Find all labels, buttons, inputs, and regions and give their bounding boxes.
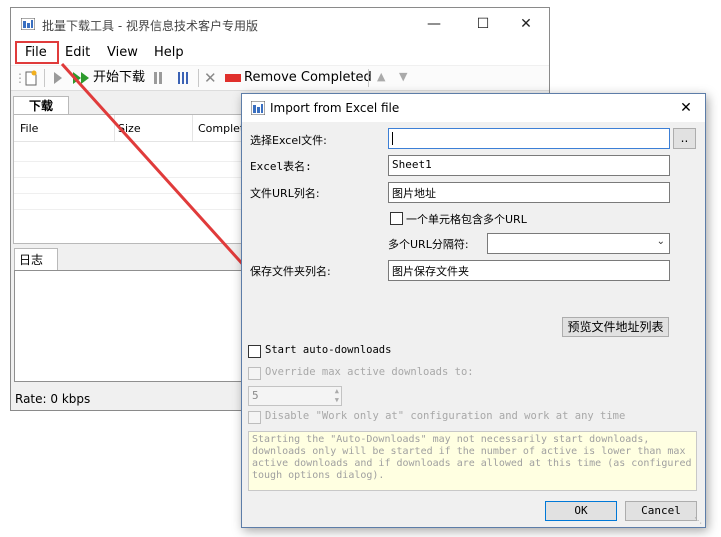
resize-grip-icon[interactable]: ⋱: [694, 516, 702, 525]
url-column-input[interactable]: 图片地址: [388, 182, 670, 203]
multi-url-checkbox[interactable]: [390, 212, 403, 225]
auto-downloads-checkbox[interactable]: [248, 345, 261, 358]
url-column-label: 文件URL列名:: [250, 187, 320, 200]
select-excel-label: 选择Excel文件:: [250, 134, 327, 147]
max-downloads-stepper[interactable]: 5 ▲ ▼: [248, 386, 342, 406]
dialog-title: Import from Excel file: [270, 101, 400, 115]
override-max-checkbox[interactable]: [248, 367, 261, 380]
chevron-down-icon: ⌄: [656, 236, 665, 247]
excel-file-input[interactable]: [388, 128, 670, 149]
max-downloads-value: 5: [252, 389, 259, 402]
disable-work-only-at-label: Disable "Work only at" configuration and…: [265, 410, 626, 422]
separator-select[interactable]: ⌄: [487, 233, 670, 254]
sheet-name-input[interactable]: Sheet1: [388, 155, 670, 176]
cancel-button[interactable]: Cancel: [625, 501, 697, 521]
dialog-title-bar[interactable]: Import from Excel file ✕: [242, 94, 705, 122]
auto-downloads-note: Starting the "Auto-Downloads" may not ne…: [248, 431, 697, 491]
folder-column-label: 保存文件夹列名:: [250, 265, 331, 278]
import-excel-dialog: Import from Excel file ✕ 选择Excel文件: .. E…: [241, 93, 706, 528]
folder-column-input[interactable]: 图片保存文件夹: [388, 260, 670, 281]
stepper-arrows-icon[interactable]: ▲ ▼: [335, 387, 339, 405]
dialog-close-button[interactable]: ✕: [671, 94, 701, 122]
multi-url-label: 一个单元格包含多个URL: [406, 213, 527, 226]
dialog-icon: [251, 101, 265, 115]
ok-button[interactable]: OK: [545, 501, 617, 521]
text-cursor: [392, 131, 393, 145]
separator-label: 多个URL分隔符:: [388, 238, 469, 251]
browse-button[interactable]: ..: [673, 128, 696, 149]
disable-work-only-at-checkbox[interactable]: [248, 411, 261, 424]
sheet-name-label: Excel表名:: [250, 160, 312, 173]
auto-downloads-label: Start auto-downloads: [265, 344, 392, 356]
override-max-label: Override max active downloads to:: [265, 366, 474, 378]
preview-list-button[interactable]: 预览文件地址列表: [562, 317, 669, 337]
